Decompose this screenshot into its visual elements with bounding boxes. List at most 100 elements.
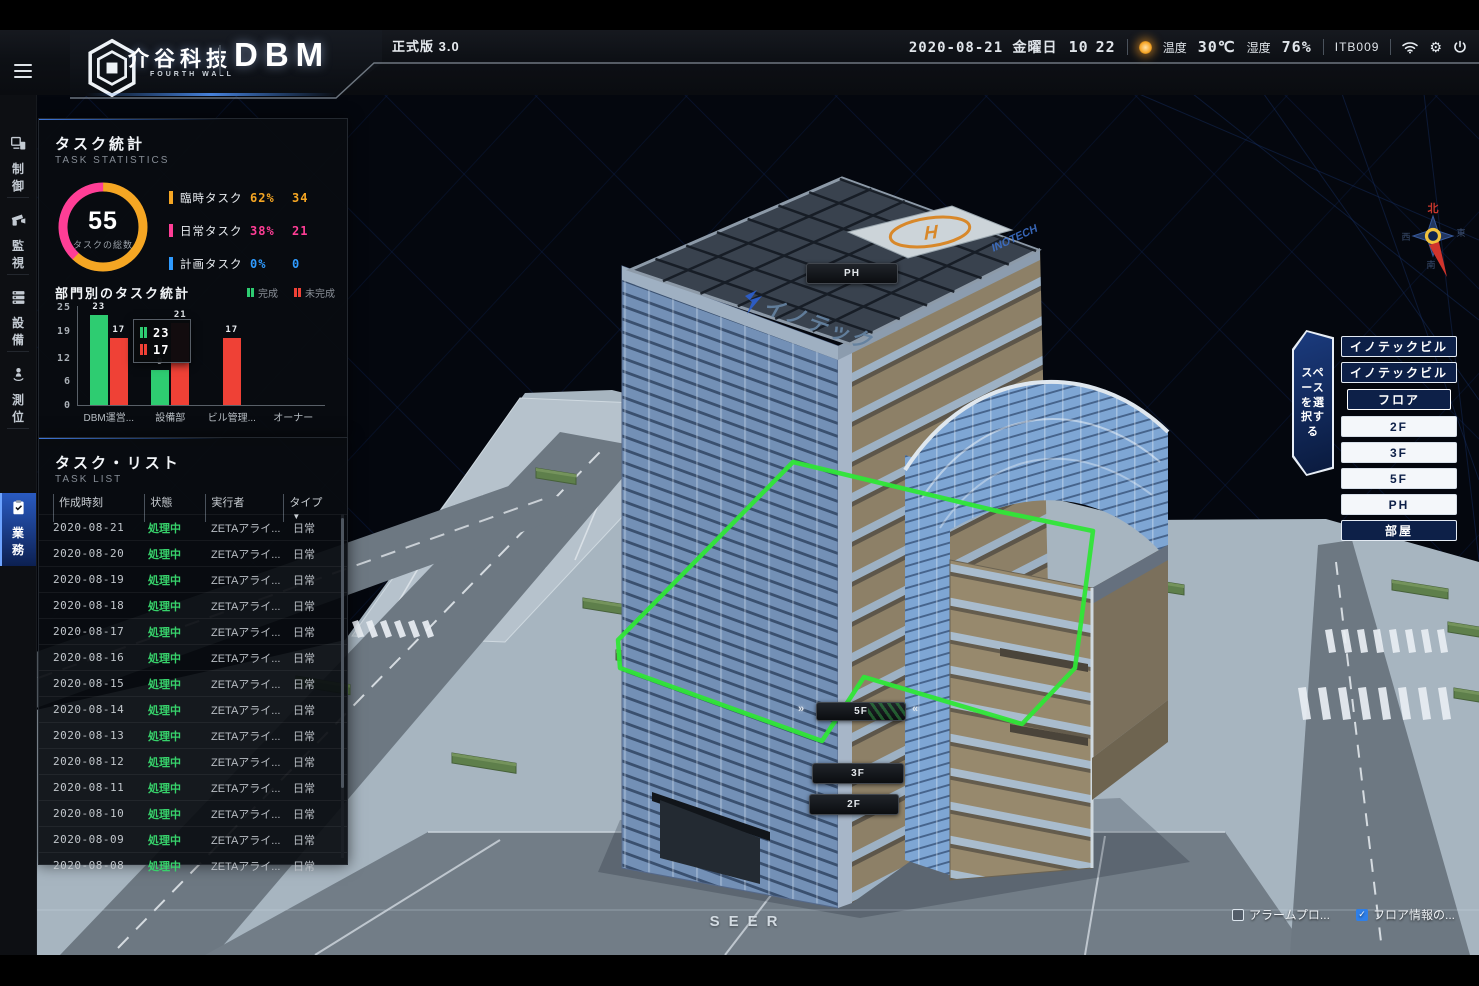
donut-legend-row: 計画タスク0%0 [169,247,339,280]
equipment-icon [10,289,27,311]
sidebar-separator [7,428,29,429]
cell-executor: ZETAアライ... [206,650,293,666]
panel-title: タスク・リスト [55,452,181,473]
category-labels: DBM運営...設備部ビル管理...オーナー [78,409,324,424]
space-button-PH[interactable]: PH [1341,494,1457,515]
table-row[interactable]: 2020-08-19処理中ZETAアライ...日常 [39,566,347,592]
space-select-tab[interactable]: スペースを選択する [1292,330,1334,476]
bar-完成: 23 [90,315,108,405]
cell-type: 日常 [293,728,315,744]
floor-label-5F[interactable]: 5F [816,702,906,721]
weather-sun-icon [1139,41,1152,54]
sidebar-item-control[interactable]: 制 御 [0,129,36,202]
space-button-イノテックビル[interactable]: イノテックビル [1341,336,1457,357]
table-row[interactable]: 2020-08-15処理中ZETAアライ...日常 [39,670,347,696]
task-total-label: タスクの総数 [51,238,155,251]
letterbox-top [0,0,1479,30]
cell-type: 日常 [293,598,315,614]
clipboard-icon [10,499,27,521]
space-button-イノテックビル[interactable]: イノテックビル [1341,362,1457,383]
space-button-2F[interactable]: 2F [1341,416,1457,437]
task-list-panel: タスク・リスト TASK LIST 作成時刻 状態 実行者 タイプ▼ 2020-… [38,437,348,865]
sidebar-separator [7,197,29,198]
table-row[interactable]: 2020-08-14処理中ZETAアライ...日常 [39,696,347,722]
table-row[interactable]: 2020-08-18処理中ZETAアライ...日常 [39,592,347,618]
bar-未完成: 17 [223,338,241,405]
app-root: H INOTECH イノテック [0,0,1479,986]
cell-executor: ZETAアライ... [206,702,293,718]
space-button-5F[interactable]: 5F [1341,468,1457,489]
legend-color-swatch [169,257,173,270]
scrollbar-thumb[interactable] [341,518,344,788]
bar-groups: 231792117 [78,307,324,405]
floor-label-2F[interactable]: 2F [809,794,899,815]
table-row[interactable]: 2020-08-09処理中ZETAアライ...日常 [39,826,347,852]
cell-executor: ZETAアライ... [206,728,293,744]
space-button-フロア[interactable]: フロア [1347,389,1451,410]
cell-status: 処理中 [143,702,206,718]
table-row[interactable]: 2020-08-16処理中ZETAアライ...日常 [39,644,347,670]
cell-status: 処理中 [143,806,206,822]
bar-group[interactable]: 2317 [78,307,140,405]
bar-value-label: 17 [223,325,241,335]
table-row[interactable]: 2020-08-08処理中ZETAアライ...日常 [39,852,347,878]
bar-value-label: 23 [90,302,108,312]
cell-created: 2020-08-13 [39,729,143,742]
camera-icon [10,212,27,234]
checkbox-checked-icon[interactable]: ✓ [1356,909,1368,921]
table-row[interactable]: 2020-08-13処理中ZETAアライ...日常 [39,722,347,748]
table-row[interactable]: 2020-08-12処理中ZETAアライ...日常 [39,748,347,774]
floor-label-PH[interactable]: PH [806,263,898,284]
cell-created: 2020-08-08 [39,859,143,872]
task-statistics-panel: タスク統計 TASK STATISTICS 55 タスクの総数 臨時タスク62%… [38,118,348,438]
sidebar-item-monitor[interactable]: 監 視 [0,206,36,279]
cell-type: 日常 [293,572,315,588]
space-button-3F[interactable]: 3F [1341,442,1457,463]
legend-name: 計画タスク [180,256,250,272]
sidebar-item-equipment[interactable]: 設 備 [0,283,36,356]
legend-bars-icon [247,288,254,297]
dept-chart-title: 部門別のタスク統計 [55,283,190,302]
legend-pct: 38% [250,224,292,238]
x-axis [77,405,325,406]
bar-group[interactable]: 17 [201,307,263,405]
temp-value: 30℃ [1198,38,1236,56]
date-label: 2020-08-21 金曜日 [909,37,1058,57]
cell-type: 日常 [293,858,315,874]
cell-executor: ZETAアライ... [206,598,293,614]
task-rows: 2020-08-21処理中ZETAアライ...日常2020-08-20処理中ZE… [39,514,347,878]
compass-north: 北 [1428,201,1439,215]
table-row[interactable]: 2020-08-21処理中ZETAアライ...日常 [39,514,347,540]
power-icon[interactable] [1453,40,1467,54]
floor-label-3F[interactable]: 3F [812,763,904,784]
tooltip-bars-icon [140,327,147,338]
header-divider [1390,39,1391,55]
legend-count: 0 [292,257,300,271]
cell-status: 処理中 [143,754,206,770]
cell-created: 2020-08-21 [39,521,143,534]
clock-hours: 10 [1069,38,1089,56]
bar-完成: 9 [151,370,169,405]
sidebar-item-position[interactable]: 測 位 [0,360,36,433]
cell-type: 日常 [293,624,315,640]
sidebar-item-tasks[interactable]: 業 務 [0,493,36,566]
bar-group[interactable] [263,307,325,405]
table-row[interactable]: 2020-08-10処理中ZETAアライ...日常 [39,800,347,826]
menu-hamburger-icon[interactable] [14,64,32,80]
product-name: DBM [234,36,330,74]
cell-status: 処理中 [143,598,206,614]
floor-prev-arrow[interactable]: » [798,703,804,715]
scrollbar[interactable] [341,514,344,858]
table-row[interactable]: 2020-08-17処理中ZETAアライ...日常 [39,618,347,644]
cell-status: 処理中 [143,832,206,848]
toggle-floor-info[interactable]: ✓フロア情報の... [1356,906,1455,923]
cell-type: 日常 [293,780,315,796]
gear-icon[interactable]: ⚙ [1429,39,1442,56]
table-row[interactable]: 2020-08-11処理中ZETAアライ...日常 [39,774,347,800]
floor-next-arrow[interactable]: « [912,703,918,715]
checkbox-icon[interactable] [1232,909,1244,921]
table-row[interactable]: 2020-08-20処理中ZETAアライ...日常 [39,540,347,566]
sidebar-item-label: 業 務 [12,525,24,560]
space-button-部屋[interactable]: 部屋 [1341,520,1457,541]
toggle-alarm[interactable]: アラームプロ... [1232,906,1330,923]
